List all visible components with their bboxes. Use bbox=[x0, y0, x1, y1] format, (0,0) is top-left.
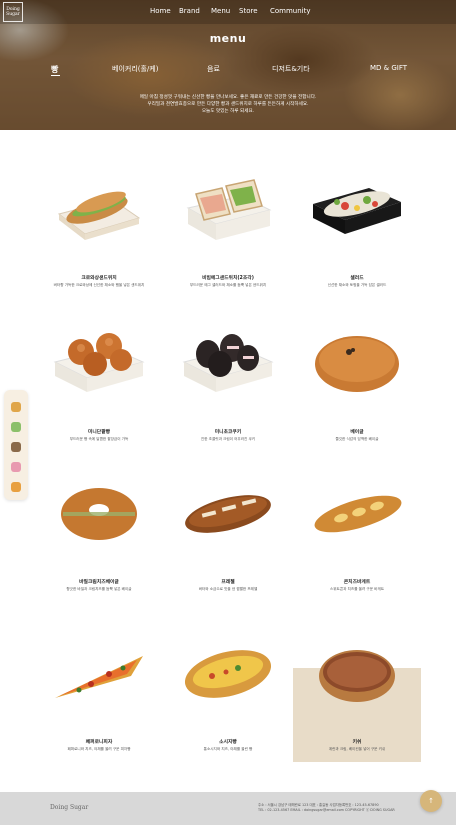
product-card[interactable]: 페퍼로니피자 페퍼로니와 치즈, 야채를 올려 구운 피자빵 bbox=[35, 620, 163, 770]
hero-description-line1: 매일 아침 정성껏 구워내는 신선한 빵을 만나보세요. 좋은 재료로 만든 건… bbox=[139, 95, 317, 100]
tab-dessert[interactable]: 디저트&기타 bbox=[272, 64, 310, 74]
up-arrow-icon[interactable]: ↑ bbox=[420, 790, 442, 812]
sausage-bread-image bbox=[184, 650, 272, 698]
footer-company-info: 주소 : 서울시 강남구 테헤란로 123 대표 : 홍길동 사업자등록번호 :… bbox=[258, 803, 408, 813]
croissant-sandwich-image bbox=[57, 191, 141, 240]
pretzel-image bbox=[185, 495, 271, 533]
cake-icon[interactable] bbox=[11, 422, 21, 432]
product-card[interactable]: 비빔에그샌드위치(2조각) 부드러운 에그 샐러드와 채소를 듬뿍 넣은 샌드위… bbox=[164, 168, 292, 318]
corn-cheese-baguette-image bbox=[314, 495, 402, 533]
quiche-image bbox=[319, 650, 395, 702]
tab-drinks[interactable]: 음료 bbox=[207, 64, 220, 74]
hero-banner: Doing Sugar Home Brand Menu Store Commun… bbox=[0, 0, 456, 130]
product-name: 미니단팥빵 bbox=[87, 430, 111, 435]
product-desc: 부드러운 에그 샐러드와 채소를 듬뿍 넣은 샌드위치 bbox=[189, 283, 267, 287]
egg-sandwich-image bbox=[186, 179, 272, 240]
main-nav: Home Brand Menu Store Community bbox=[0, 7, 456, 19]
product-desc: 통소시지와 치즈, 야채를 올린 빵 bbox=[203, 747, 253, 751]
product-card[interactable]: 베이글 쫄깃한 식감의 담백한 베이글 bbox=[293, 318, 421, 468]
footer-info-line2: TEL : 02-123-4567 EMAIL : doingsugar@ema… bbox=[258, 808, 395, 812]
pepperoni-pizza-image bbox=[55, 656, 143, 698]
hero-description-line2: 우리밀과 천연발효종으로 만든 다양한 빵과 샌드위치로 하루를 든든하게 시작… bbox=[147, 101, 309, 107]
nav-community[interactable]: Community bbox=[270, 7, 311, 15]
drink-icon[interactable] bbox=[11, 442, 21, 452]
product-name: 샐러드 bbox=[350, 276, 364, 281]
product-name: 미니초코쿠키 bbox=[214, 430, 242, 435]
hero-description: 매일 아침 정성껏 구워내는 신선한 빵을 만나보세요. 좋은 재료로 만든 건… bbox=[110, 95, 346, 115]
nav-store[interactable]: Store bbox=[239, 7, 258, 15]
nav-menu[interactable]: Menu bbox=[211, 7, 230, 15]
product-card[interactable]: 크로와상샌드위치 버터향 가득한 크로와상에 신선한 채소와 햄을 넣은 샌드위… bbox=[35, 168, 163, 318]
product-desc: 계란과 크림, 베이컨을 넣어 구운 키쉬 bbox=[328, 747, 386, 751]
product-card[interactable]: 미니초코쿠키 진한 초콜릿과 크림이 어우러진 쿠키 bbox=[164, 318, 292, 468]
product-name: 프레첼 bbox=[221, 580, 235, 585]
bagel-image bbox=[315, 336, 399, 392]
product-desc: 진한 초콜릿과 크림이 어우러진 쿠키 bbox=[200, 437, 256, 441]
product-name: 페퍼로니피자 bbox=[85, 740, 113, 745]
tab-bakery[interactable]: 베이커리(홀/케) bbox=[112, 64, 158, 74]
product-name: 바질크림치즈베이글 bbox=[79, 580, 119, 585]
product-desc: 향긋한 바질과 크림치즈를 듬뿍 넣은 베이글 bbox=[66, 587, 132, 591]
product-desc: 페퍼로니와 치즈, 야채를 올려 구운 피자빵 bbox=[67, 747, 131, 751]
salad-image bbox=[313, 188, 401, 234]
product-card[interactable]: 콘치즈바게트 스위트콘과 치즈를 올려 구운 바게트 bbox=[293, 468, 421, 618]
product-card[interactable]: 샐러드 신선한 채소와 토핑을 가득 담은 샐러드 bbox=[293, 168, 421, 318]
product-desc: 버터향 가득한 크로와상에 신선한 채소와 햄을 넣은 샌드위치 bbox=[53, 283, 145, 287]
product-name: 콘치즈바게트 bbox=[343, 580, 371, 585]
product-card[interactable]: 바질크림치즈베이글 향긋한 바질과 크림치즈를 듬뿍 넣은 베이글 bbox=[35, 468, 163, 618]
product-name: 베이글 bbox=[350, 430, 364, 435]
product-card[interactable]: 소시지빵 통소시지와 치즈, 야채를 올린 빵 bbox=[164, 620, 292, 770]
product-desc: 신선한 채소와 토핑을 가득 담은 샐러드 bbox=[327, 283, 387, 287]
product-desc: 부드러운 빵 속에 달콤한 팥앙금이 가득 bbox=[69, 437, 129, 441]
product-name: 소시지빵 bbox=[219, 740, 237, 745]
footer: Doing Sugar 주소 : 서울시 강남구 테헤란로 123 대표 : 홍… bbox=[0, 792, 456, 825]
tab-bread[interactable]: 빵 bbox=[51, 64, 58, 75]
footer-logo[interactable]: Doing Sugar bbox=[50, 804, 88, 811]
gift-icon[interactable] bbox=[11, 482, 21, 492]
mini-red-bean-bread-image bbox=[53, 333, 145, 392]
product-card[interactable]: 미니단팥빵 부드러운 빵 속에 달콤한 팥앙금이 가득 bbox=[35, 318, 163, 468]
page-title: menu bbox=[209, 32, 247, 45]
product-name: 키쉬 bbox=[352, 740, 362, 745]
product-card[interactable]: 프레첼 버터와 소금으로 맛을 낸 짭짤한 프레첼 bbox=[164, 468, 292, 618]
tab-md-gift[interactable]: MD & GIFT bbox=[370, 64, 407, 72]
hero-description-line3: 오늘도 맛있는 하루 되세요. bbox=[201, 108, 255, 114]
quick-menu bbox=[4, 390, 28, 500]
product-card[interactable]: 키쉬 계란과 크림, 베이컨을 넣어 구운 키쉬 bbox=[293, 620, 421, 770]
product-desc: 버터와 소금으로 맛을 낸 짭짤한 프레첼 bbox=[198, 587, 258, 591]
active-tab-indicator bbox=[51, 75, 60, 76]
nav-brand[interactable]: Brand bbox=[179, 7, 200, 15]
product-desc: 쫄깃한 식감의 담백한 베이글 bbox=[335, 437, 379, 441]
dessert-icon[interactable] bbox=[11, 462, 21, 472]
product-name: 비빔에그샌드위치(2조각) bbox=[202, 276, 254, 281]
product-desc: 스위트콘과 치즈를 올려 구운 바게트 bbox=[329, 587, 385, 591]
mini-choco-cookie-image bbox=[182, 334, 274, 392]
product-name: 크로와상샌드위치 bbox=[81, 276, 117, 281]
nav-home[interactable]: Home bbox=[150, 7, 171, 15]
bread-icon[interactable] bbox=[11, 402, 21, 412]
basil-cream-cheese-bagel-image bbox=[61, 488, 137, 540]
